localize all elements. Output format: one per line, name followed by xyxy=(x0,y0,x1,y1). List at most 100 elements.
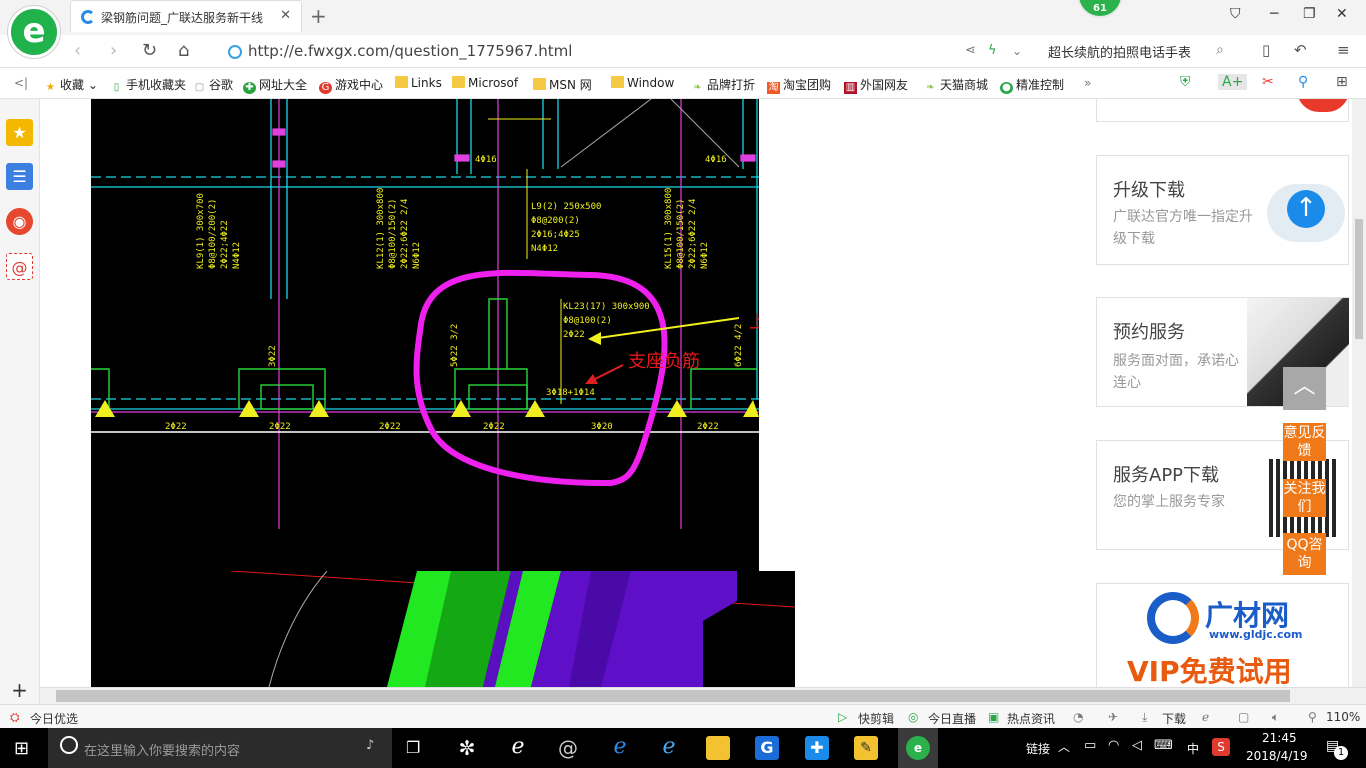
news-link[interactable]: 热点资讯 xyxy=(1007,710,1055,727)
more-bookmarks-icon[interactable]: » xyxy=(1084,76,1091,90)
pinwheel-app-icon[interactable]: ✼ xyxy=(455,736,479,760)
pin-icon[interactable]: ✈ xyxy=(1108,710,1118,724)
apps-grid-icon[interactable]: ⊞ xyxy=(1336,74,1348,90)
shield-icon[interactable]: ⛨ xyxy=(1180,74,1191,90)
daily-picks-link[interactable]: 今日优选 xyxy=(30,710,78,727)
card-upgrade[interactable]: 升级下载 广联达官方唯一指定升级下载 ↑ xyxy=(1096,155,1349,265)
clock-date[interactable]: 2018/4/19 xyxy=(1246,749,1308,763)
bookmark-msn[interactable]: MSN 网 xyxy=(533,76,592,93)
email-icon[interactable]: @ xyxy=(6,253,33,280)
file-explorer-icon[interactable] xyxy=(706,736,730,760)
back-button[interactable]: ‹ xyxy=(74,40,81,61)
search-icon[interactable]: ⌕ xyxy=(1216,42,1224,58)
sidebar-toggle-icon[interactable]: <| xyxy=(14,76,28,90)
bookmark-taobao[interactable]: 淘淘宝团购 xyxy=(767,76,831,94)
lightning-icon[interactable]: ϟ xyxy=(988,43,997,58)
reading-list-icon[interactable]: ☰ xyxy=(6,163,33,190)
bookmark-bar: <| ★ 收藏 ⌄ ▯ 手机收藏夹 ▢ 谷歌 ✚ 网址大全 G 游戏中心 Links Mi… xyxy=(0,68,1366,99)
bookmark-mobile[interactable]: ▯ 手机收藏夹 xyxy=(110,76,186,94)
browser-tab[interactable]: 梁钢筋问题_广联达服务新干线 ✕ xyxy=(70,0,302,32)
magnifier-icon[interactable]: ⚲ xyxy=(1298,74,1308,90)
cad-label: N4Φ12 xyxy=(531,244,558,254)
microphone-icon[interactable]: ♪ xyxy=(366,738,374,753)
bookmark-sites[interactable]: ✚ 网址大全 xyxy=(243,76,307,94)
quick-clip-link[interactable]: 快剪辑 xyxy=(858,710,894,727)
weibo-icon[interactable]: ◉ xyxy=(6,208,33,235)
bookmark-foreign[interactable]: ▥ 外国网友 xyxy=(844,76,908,94)
minimize-button[interactable]: ─ xyxy=(1270,6,1278,22)
vertical-scrollbar[interactable] xyxy=(1352,99,1366,687)
keyboard-icon[interactable]: ⌨ xyxy=(1154,738,1173,753)
search-input[interactable]: 超长续航的拍照电话手表 xyxy=(1048,42,1191,61)
share-icon[interactable]: ⋖ xyxy=(965,43,976,58)
live-link[interactable]: 今日直播 xyxy=(928,710,976,727)
annotation-support-rebar: 支座负筋 xyxy=(628,351,700,372)
menu-icon[interactable]: ≡ xyxy=(1337,41,1350,59)
plus-app-icon[interactable]: ✚ xyxy=(805,736,829,760)
ime-language[interactable]: 中 xyxy=(1187,740,1199,757)
close-tab-icon[interactable]: ✕ xyxy=(280,8,291,23)
browser-e-app-icon[interactable]: ℯ xyxy=(506,736,530,760)
bookmark-windows[interactable]: Window xyxy=(611,76,674,90)
favorites-star-icon[interactable]: ★ xyxy=(6,119,33,146)
tray-arrow-icon[interactable]: ︿ xyxy=(1058,738,1070,755)
horizontal-scrollbar[interactable] xyxy=(40,687,1366,704)
bookmark-tmall[interactable]: ❧ 天猫商城 xyxy=(924,76,988,94)
cad-label: 2Φ22 xyxy=(697,422,719,432)
battery-icon[interactable]: ▭ xyxy=(1084,738,1096,753)
notification-badge[interactable]: 61 xyxy=(1077,0,1123,18)
speaker-icon[interactable]: ◁ xyxy=(1132,738,1142,753)
qq-consult-button[interactable]: QQ咨询 xyxy=(1283,533,1326,575)
cad-label: N4Φ12 xyxy=(232,242,242,269)
ie-mode-icon[interactable]: ℯ xyxy=(1202,710,1209,724)
scissors-icon[interactable]: ✂ xyxy=(1262,74,1274,90)
zoom-icon: ⚲ xyxy=(1308,710,1317,724)
sogou-ime-icon[interactable]: S xyxy=(1212,738,1230,756)
glodon-app-icon[interactable]: G xyxy=(755,736,779,760)
bookmark-favorites[interactable]: ★ 收藏 ⌄ xyxy=(44,76,98,94)
browser-logo-icon[interactable]: e xyxy=(8,6,60,58)
back-to-top-button[interactable]: ︿ xyxy=(1283,367,1326,410)
windows-start-icon[interactable]: ⊞ xyxy=(14,738,29,759)
undo-icon[interactable]: ↶ xyxy=(1294,41,1307,59)
translate-icon[interactable]: A+ xyxy=(1218,74,1248,90)
card-partial xyxy=(1096,99,1349,122)
new-tab-button[interactable]: + xyxy=(310,4,327,28)
edge-app-icon[interactable]: ℯ xyxy=(608,736,632,760)
zoom-level[interactable]: 110% xyxy=(1326,710,1360,724)
cad-label: Φ8@200(2) xyxy=(531,216,580,226)
notes-app-icon[interactable]: ✎ xyxy=(854,736,878,760)
download-link[interactable]: 下载 xyxy=(1162,710,1186,727)
bookmark-microsoft[interactable]: Microsof xyxy=(452,76,518,90)
links-label[interactable]: 链接 xyxy=(1026,740,1050,757)
window-icon[interactable]: ▢ xyxy=(1238,710,1249,724)
bookmark-brand-sale[interactable]: ❧ 品牌打折 xyxy=(691,76,755,94)
taskbar-search-input[interactable]: 在这里输入你要搜索的内容 ♪ xyxy=(48,728,392,768)
clock-time[interactable]: 21:45 xyxy=(1262,731,1297,745)
bookmark-google[interactable]: ▢ 谷歌 xyxy=(193,76,233,94)
active-app-highlight[interactable]: e xyxy=(898,728,938,768)
chevron-down-icon[interactable]: ⌄ xyxy=(1012,44,1022,58)
address-bar[interactable]: http://e.fwxgx.com/question_1775967.html xyxy=(228,40,956,64)
add-sidebar-button[interactable]: + xyxy=(6,677,33,704)
ie-app-icon[interactable]: ℯ xyxy=(657,736,681,760)
reload-button[interactable]: ↻ xyxy=(142,40,157,61)
feedback-button[interactable]: 意见反馈 xyxy=(1283,423,1326,461)
task-view-icon[interactable]: ❐ xyxy=(406,738,420,757)
close-window-button[interactable]: ✕ xyxy=(1336,6,1348,22)
restore-button[interactable]: ❐ xyxy=(1303,6,1316,22)
volume-icon[interactable]: 🔈︎ xyxy=(1272,710,1279,725)
shirt-icon[interactable]: ⛉ xyxy=(1230,6,1241,22)
follow-us-button[interactable]: 关注我们 xyxy=(1283,479,1326,517)
card-ad-gldjc[interactable]: 广材网 www.gldjc.com VIP免费试用 xyxy=(1096,583,1349,687)
speed-icon[interactable]: ◔ xyxy=(1073,710,1083,724)
bookmark-links[interactable]: Links xyxy=(395,76,442,90)
bookmark-games[interactable]: G 游戏中心 xyxy=(319,76,383,94)
forward-button[interactable]: › xyxy=(110,40,117,61)
phone-icon[interactable]: ▯ xyxy=(1262,41,1270,59)
bookmark-precise[interactable]: ● 精准控制 xyxy=(1000,76,1064,94)
wifi-icon[interactable]: ◠ xyxy=(1108,738,1119,753)
url-text[interactable]: http://e.fwxgx.com/question_1775967.html xyxy=(248,42,572,60)
home-button[interactable]: ⌂ xyxy=(178,40,189,61)
spiral-app-icon[interactable]: @ xyxy=(556,736,580,760)
